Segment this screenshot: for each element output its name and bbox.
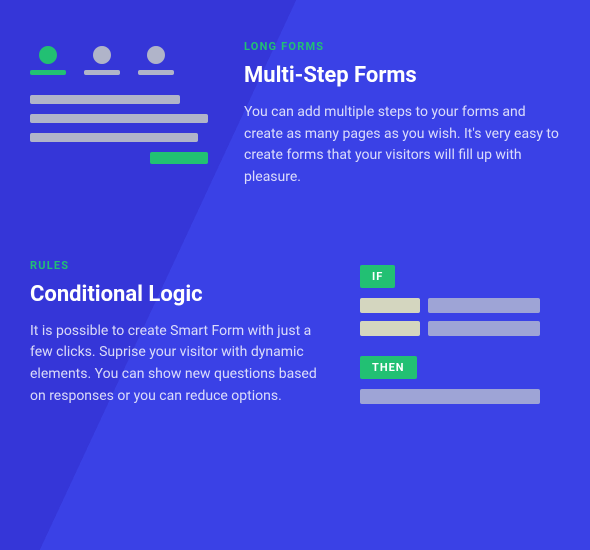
step-indicator: [84, 46, 120, 75]
then-tag: THEN: [360, 356, 417, 379]
if-tag: IF: [360, 265, 395, 288]
feature-heading: Multi-Step Forms: [244, 63, 560, 88]
form-line: [30, 114, 208, 123]
rule-box: [428, 298, 540, 313]
conditional-illustration: IF THEN: [360, 259, 560, 412]
form-submit-icon: [150, 152, 208, 164]
feature-description: You can add multiple steps to your forms…: [244, 102, 560, 189]
eyebrow-label: RULES: [30, 259, 326, 272]
feature-heading: Conditional Logic: [30, 282, 326, 307]
form-line: [30, 133, 198, 142]
step-indicator: [138, 46, 174, 75]
step-indicator-active: [30, 46, 66, 75]
multistep-illustration: [30, 40, 210, 189]
rule-box: [428, 321, 540, 336]
rule-box: [360, 298, 420, 313]
rule-box: [360, 321, 420, 336]
rule-box: [360, 389, 540, 404]
feature-conditional: RULES Conditional Logic It is possible t…: [30, 259, 560, 412]
feature-multistep: LONG FORMS Multi-Step Forms You can add …: [30, 40, 560, 189]
feature-description: It is possible to create Smart Form with…: [30, 321, 326, 408]
form-line: [30, 95, 180, 104]
eyebrow-label: LONG FORMS: [244, 40, 560, 53]
